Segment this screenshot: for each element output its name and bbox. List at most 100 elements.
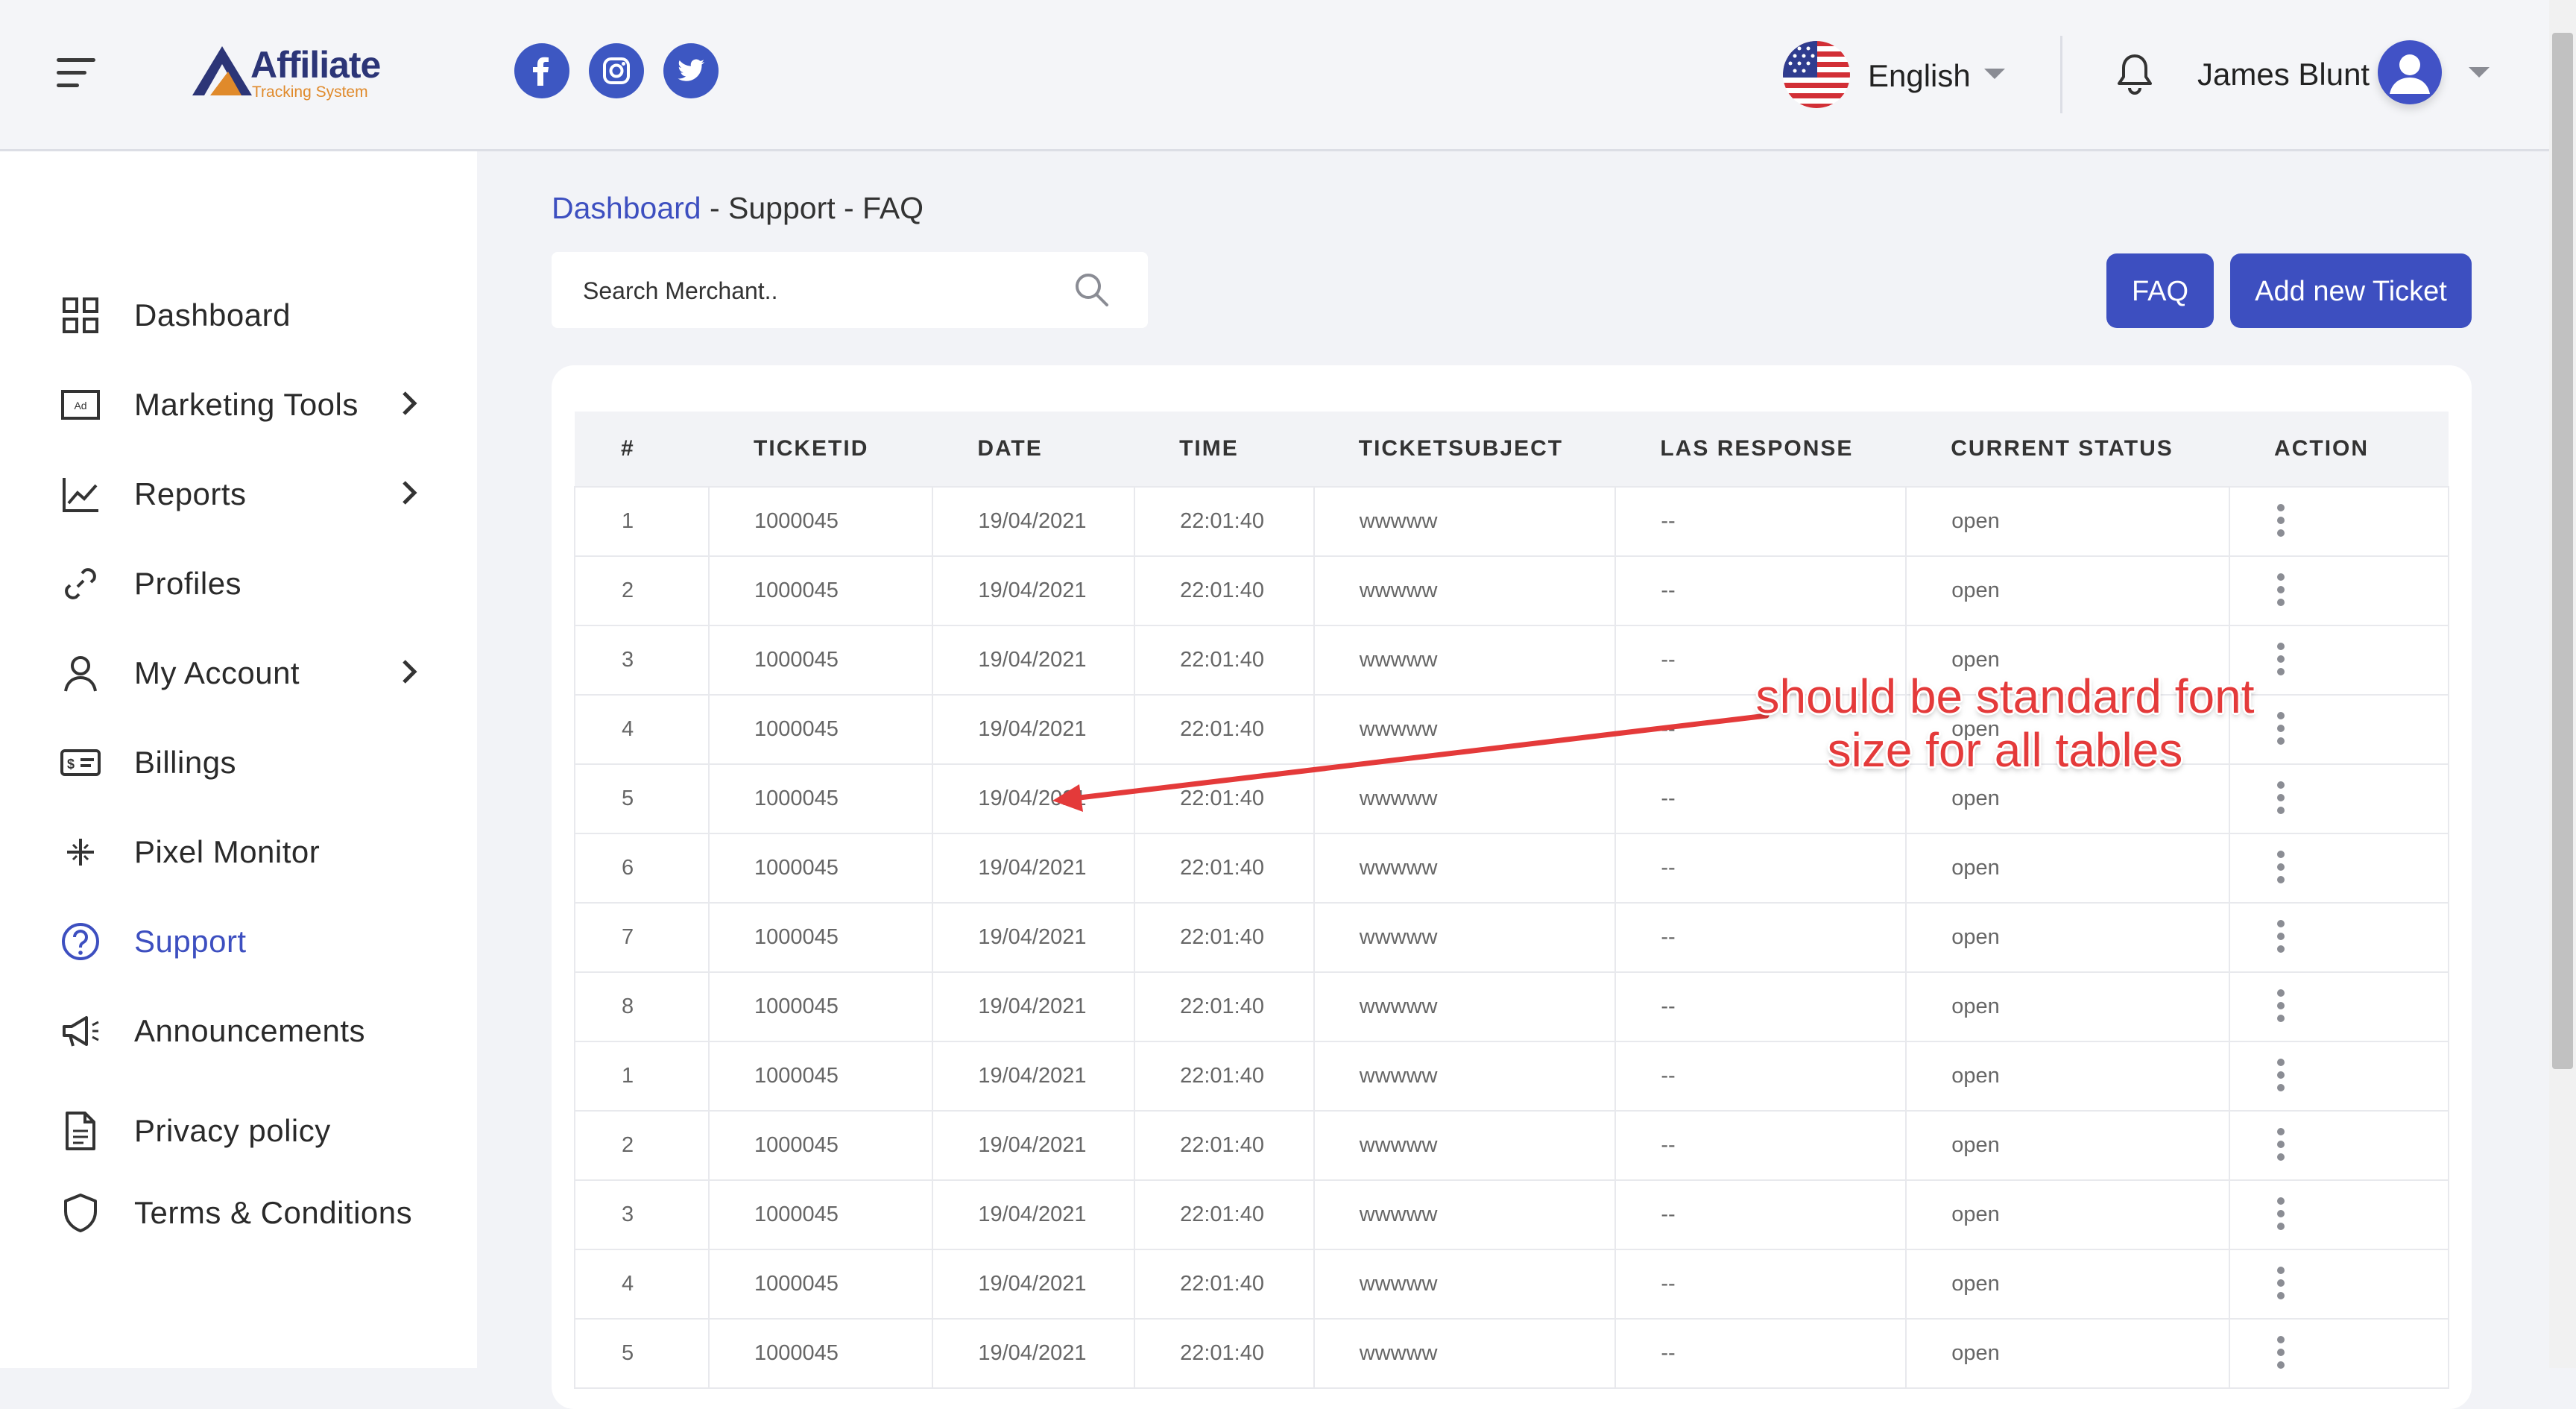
cell-time: 22:01:40 [1134,555,1315,626]
cell-subject: wwwww [1313,625,1617,696]
kebab-menu-icon[interactable] [2276,573,2285,609]
instagram-icon[interactable] [589,43,644,98]
column-header-ticketid[interactable]: TICKETID [709,412,933,487]
cell-subject: wwwww [1313,1110,1617,1181]
logo-title: Affiliate [250,44,381,86]
faq-button[interactable]: FAQ [2106,253,2214,328]
cell-date: 19/04/2021 [932,625,1136,696]
cell-date: 19/04/2021 [932,833,1136,904]
annotation-note: should be standard font size for all tab… [1699,669,2311,777]
logo[interactable]: Affiliate Tracking System [189,42,381,106]
table-header-row: # TICKETID DATE TIME TICKETSUBJECT LAS R… [575,412,2449,487]
add-new-ticket-button[interactable]: Add new Ticket [2230,253,2472,328]
search-icon[interactable] [1073,271,1111,309]
twitter-icon[interactable] [663,43,719,98]
facebook-icon[interactable] [514,43,569,98]
sidebar-item-pixel-monitor[interactable]: Pixel Monitor [60,818,447,877]
table-row[interactable]: 1 1000045 19/04/2021 22:01:40 wwwww -- open [573,486,2449,557]
scrollbar-thumb[interactable] [2552,33,2573,1069]
cell-number: 8 [573,971,710,1042]
annotation-line-2: size for all tables [1827,723,2183,777]
breadcrumb-separator: - [701,191,729,225]
user-name[interactable]: James Blunt [2197,57,2370,92]
sidebar-item-label: Marketing Tools [134,387,359,422]
sidebar-item-announcements[interactable]: Announcements [60,997,447,1056]
sidebar-item-my-account[interactable]: My Account [60,639,447,699]
cell-status: open [1905,1110,2231,1181]
cell-ticketid: 1000045 [708,1249,934,1320]
sidebar-item-support[interactable]: Support [60,907,447,967]
user-menu-chevron-icon[interactable] [2469,67,2490,78]
cell-subject: wwwww [1313,555,1617,626]
column-header-action: ACTION [2229,412,2449,487]
cell-status: open [1905,1249,2231,1320]
sidebar-item-marketing-tools[interactable]: Ad Marketing Tools [60,371,447,430]
table-row[interactable]: 6 1000045 19/04/2021 22:01:40 wwwww -- open [573,833,2449,904]
megaphone-icon [63,1016,99,1047]
cell-ticketid: 1000045 [708,1318,934,1389]
cell-number: 3 [573,1179,710,1250]
cell-date: 19/04/2021 [932,1249,1136,1320]
search-input[interactable] [581,270,1061,312]
kebab-menu-icon[interactable] [2276,781,2285,817]
sidebar-item-reports[interactable]: Reports [60,460,447,520]
cell-action [2229,1249,2449,1320]
sidebar-item-billings[interactable]: $ Billings [60,728,447,788]
kebab-menu-icon[interactable] [2276,989,2285,1025]
column-header-ticketsubject[interactable]: TICKETSUBJECT [1313,412,1616,487]
bell-icon[interactable] [2114,52,2156,99]
cell-number: 1 [573,1041,710,1112]
chevron-right-icon [402,481,417,505]
column-header-date[interactable]: DATE [932,412,1135,487]
cell-ticketid: 1000045 [708,555,934,626]
column-header-last-response[interactable]: LAS RESPONSE [1615,412,1907,487]
table-row[interactable]: 5 1000045 19/04/2021 22:01:40 wwwww -- open [573,1318,2449,1389]
sidebar-item-label: Profiles [134,566,242,601]
table-row[interactable]: 2 1000045 19/04/2021 22:01:40 wwwww -- open [573,555,2449,626]
cell-last-response: -- [1614,486,1907,557]
sidebar-item-terms-conditions[interactable]: Terms & Conditions [60,1179,447,1238]
sidebar-item-dashboard[interactable]: Dashboard [60,281,447,341]
sidebar-item-privacy-policy[interactable]: Privacy policy [60,1097,447,1156]
cell-last-response: -- [1614,1249,1907,1320]
kebab-menu-icon[interactable] [2276,1127,2285,1164]
kebab-menu-icon[interactable] [2276,850,2285,886]
table-row[interactable]: 3 1000045 19/04/2021 22:01:40 wwwww -- open [573,1179,2449,1250]
cell-date: 19/04/2021 [932,555,1136,626]
cell-date: 19/04/2021 [932,694,1136,765]
breadcrumb-link-dashboard[interactable]: Dashboard [552,191,701,225]
kebab-menu-icon[interactable] [2276,1335,2285,1372]
hamburger-menu-icon[interactable] [57,58,95,88]
kebab-menu-icon[interactable] [2276,1266,2285,1302]
cell-last-response: -- [1614,555,1907,626]
table-row[interactable]: 7 1000045 19/04/2021 22:01:40 wwwww -- open [573,902,2449,973]
cell-last-response: -- [1614,902,1907,973]
avatar[interactable] [2378,40,2442,104]
kebab-menu-icon[interactable] [2276,1197,2285,1233]
kebab-menu-icon[interactable] [2276,919,2285,956]
table-row[interactable]: 1 1000045 19/04/2021 22:01:40 wwwww -- open [573,1041,2449,1112]
table-row[interactable]: 2 1000045 19/04/2021 22:01:40 wwwww -- open [573,1110,2449,1181]
breadcrumb-current: Support - FAQ [728,191,924,225]
pixel-sparkle-icon [67,839,94,866]
chevron-down-icon [1984,69,2005,79]
cell-number: 2 [573,1110,710,1181]
column-header-time[interactable]: TIME [1134,412,1314,487]
cell-ticketid: 1000045 [708,971,934,1042]
shield-icon [64,1194,97,1232]
kebab-menu-icon[interactable] [2276,1058,2285,1094]
annotation-line-1: should be standard font [1755,669,2255,723]
language-label: English [1868,58,1971,93]
cell-status: open [1905,486,2231,557]
cell-time: 22:01:40 [1134,902,1315,973]
table-row[interactable]: 8 1000045 19/04/2021 22:01:40 wwwww -- open [573,971,2449,1042]
sidebar-item-label: Support [134,924,247,959]
sidebar-item-profiles[interactable]: Profiles [60,549,447,609]
cell-action [2229,902,2449,973]
table-row[interactable]: 4 1000045 19/04/2021 22:01:40 wwwww -- open [573,1249,2449,1320]
top-header: Affiliate Tracking System English James … [0,0,2549,151]
kebab-menu-icon[interactable] [2276,503,2285,540]
column-header-number[interactable]: # [575,412,710,487]
column-header-current-status[interactable]: CURRENT STATUS [1906,412,2230,487]
cell-time: 22:01:40 [1134,1041,1315,1112]
